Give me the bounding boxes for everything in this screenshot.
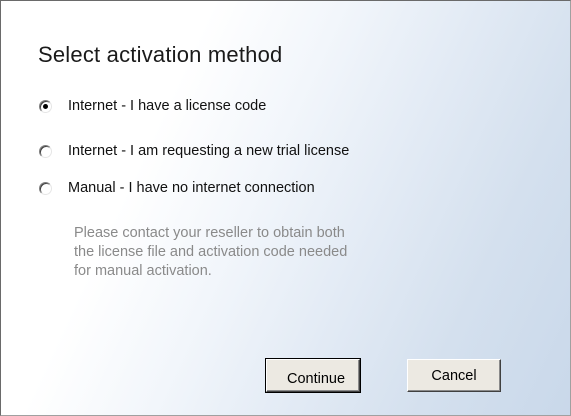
option-internet-license-code[interactable]: Internet - I have a license code bbox=[39, 96, 266, 116]
manual-activation-note: Please contact your reseller to obtain b… bbox=[74, 224, 348, 281]
radio-button[interactable] bbox=[39, 144, 52, 158]
dialog-title: Select activation method bbox=[38, 42, 283, 67]
radio-button-checked[interactable] bbox=[39, 99, 52, 113]
option-manual-no-internet[interactable]: Manual - I have no internet connection bbox=[39, 178, 315, 198]
option-label: Internet - I have a license code bbox=[68, 98, 267, 114]
option-internet-trial-license[interactable]: Internet - I am requesting a new trial l… bbox=[39, 141, 349, 161]
note-line: for manual activation. bbox=[74, 263, 212, 279]
activation-dialog: Select activation method Internet - I ha… bbox=[0, 0, 571, 416]
cancel-button-label: Cancel bbox=[431, 367, 477, 384]
option-label: Internet - I am requesting a new trial l… bbox=[68, 143, 350, 159]
option-label: Manual - I have no internet connection bbox=[68, 180, 315, 196]
continue-button-label: Continue bbox=[286, 370, 346, 387]
radio-button[interactable] bbox=[39, 181, 52, 195]
note-line: the license file and activation code nee… bbox=[74, 244, 348, 260]
note-line: Please contact your reseller to obtain b… bbox=[74, 225, 345, 241]
cancel-button[interactable]: Cancel bbox=[407, 359, 501, 392]
continue-button[interactable]: Continue bbox=[265, 358, 361, 393]
